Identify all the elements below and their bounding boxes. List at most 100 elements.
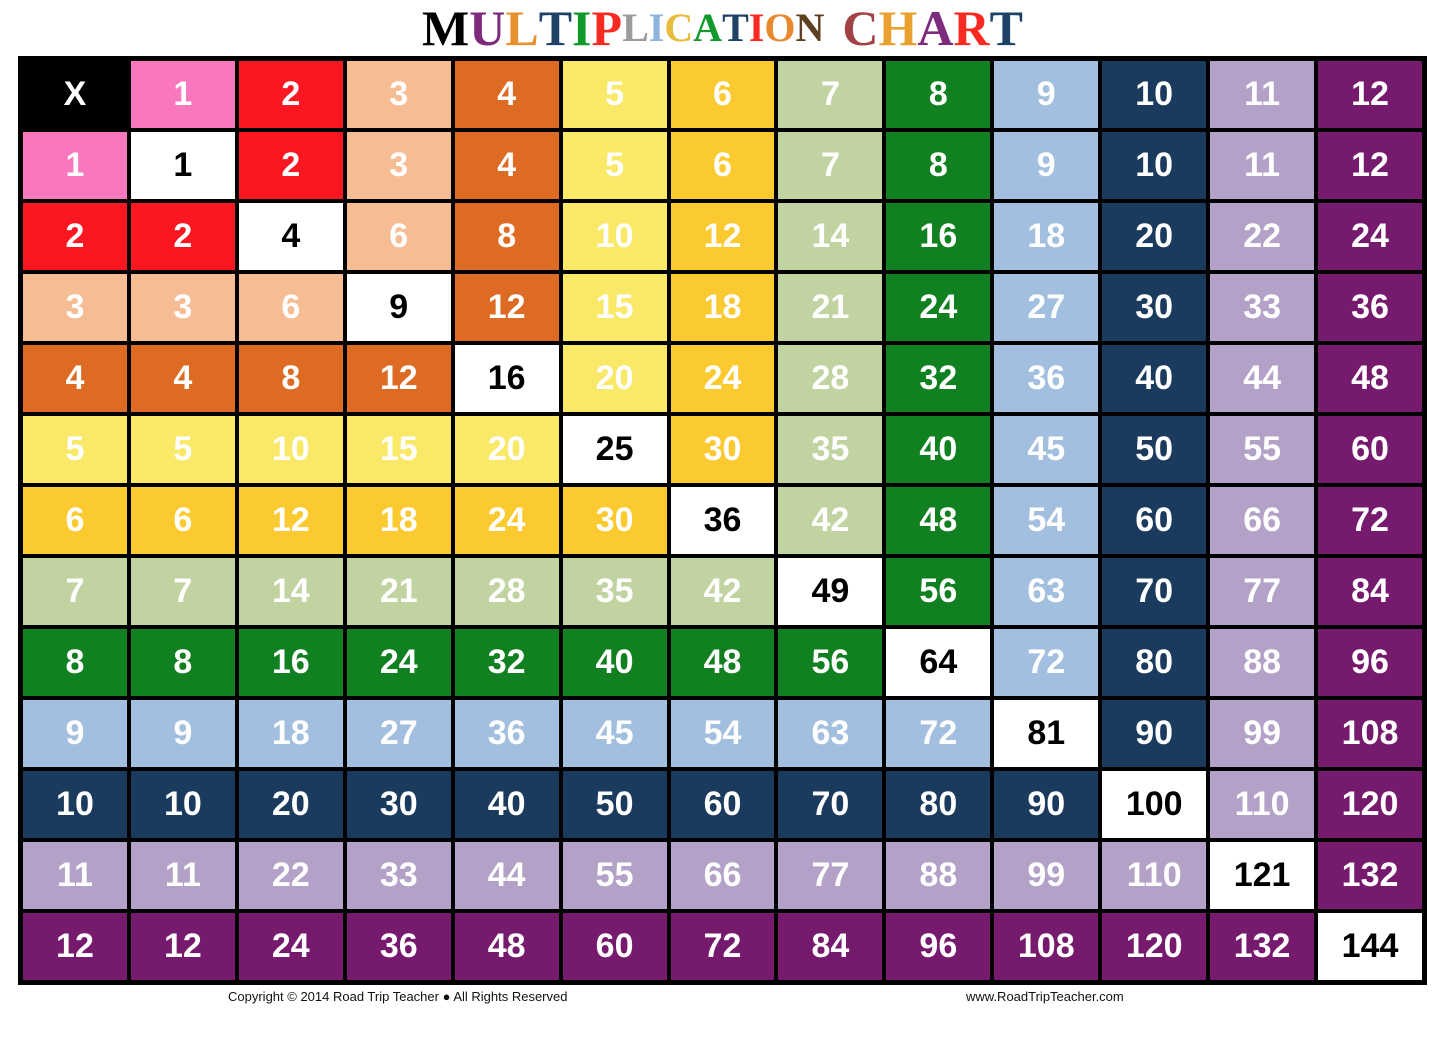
- product-cell[interactable]: 36: [992, 343, 1101, 414]
- product-cell[interactable]: 60: [1100, 485, 1209, 556]
- product-cell[interactable]: 60: [560, 911, 669, 982]
- product-cell[interactable]: 40: [560, 627, 669, 698]
- product-cell[interactable]: 15: [344, 414, 453, 485]
- product-cell[interactable]: 35: [560, 556, 669, 627]
- product-cell[interactable]: 64: [884, 627, 993, 698]
- product-cell[interactable]: 96: [1316, 627, 1424, 698]
- product-cell[interactable]: 110: [1208, 769, 1317, 840]
- product-cell[interactable]: 77: [776, 840, 885, 911]
- product-cell[interactable]: 55: [1208, 414, 1317, 485]
- product-cell[interactable]: 40: [1100, 343, 1209, 414]
- product-cell[interactable]: 8: [128, 627, 237, 698]
- product-cell[interactable]: 22: [236, 840, 345, 911]
- product-cell[interactable]: 48: [1316, 343, 1424, 414]
- product-cell[interactable]: 2: [236, 130, 345, 201]
- product-cell[interactable]: 1: [128, 130, 237, 201]
- product-cell[interactable]: 6: [344, 201, 453, 272]
- product-cell[interactable]: 55: [560, 840, 669, 911]
- product-cell[interactable]: 9: [344, 272, 453, 343]
- product-cell[interactable]: 11: [1208, 130, 1317, 201]
- product-cell[interactable]: 88: [884, 840, 993, 911]
- product-cell[interactable]: 33: [1208, 272, 1317, 343]
- product-cell[interactable]: 16: [236, 627, 345, 698]
- product-cell[interactable]: 120: [1100, 911, 1209, 982]
- product-cell[interactable]: 144: [1316, 911, 1424, 982]
- product-cell[interactable]: 36: [344, 911, 453, 982]
- product-cell[interactable]: 63: [992, 556, 1101, 627]
- product-cell[interactable]: 99: [1208, 698, 1317, 769]
- product-cell[interactable]: 7: [128, 556, 237, 627]
- product-cell[interactable]: 30: [668, 414, 777, 485]
- product-cell[interactable]: 36: [1316, 272, 1424, 343]
- product-cell[interactable]: 5: [560, 130, 669, 201]
- product-cell[interactable]: 33: [344, 840, 453, 911]
- product-cell[interactable]: 10: [1100, 130, 1209, 201]
- product-cell[interactable]: 11: [128, 840, 237, 911]
- product-cell[interactable]: 66: [668, 840, 777, 911]
- product-cell[interactable]: 99: [992, 840, 1101, 911]
- product-cell[interactable]: 72: [992, 627, 1101, 698]
- product-cell[interactable]: 60: [1316, 414, 1424, 485]
- product-cell[interactable]: 20: [452, 414, 561, 485]
- product-cell[interactable]: 7: [776, 130, 885, 201]
- product-cell[interactable]: 4: [236, 201, 345, 272]
- product-cell[interactable]: 77: [1208, 556, 1317, 627]
- product-cell[interactable]: 16: [884, 201, 993, 272]
- product-cell[interactable]: 50: [560, 769, 669, 840]
- product-cell[interactable]: 12: [344, 343, 453, 414]
- product-cell[interactable]: 9: [992, 130, 1101, 201]
- product-cell[interactable]: 18: [992, 201, 1101, 272]
- product-cell[interactable]: 12: [128, 911, 237, 982]
- product-cell[interactable]: 24: [1316, 201, 1424, 272]
- product-cell[interactable]: 63: [776, 698, 885, 769]
- product-cell[interactable]: 80: [884, 769, 993, 840]
- product-cell[interactable]: 44: [1208, 343, 1317, 414]
- product-cell[interactable]: 24: [452, 485, 561, 556]
- product-cell[interactable]: 96: [884, 911, 993, 982]
- product-cell[interactable]: 4: [452, 130, 561, 201]
- product-cell[interactable]: 56: [776, 627, 885, 698]
- product-cell[interactable]: 6: [668, 130, 777, 201]
- product-cell[interactable]: 70: [1100, 556, 1209, 627]
- product-cell[interactable]: 84: [1316, 556, 1424, 627]
- product-cell[interactable]: 44: [452, 840, 561, 911]
- product-cell[interactable]: 108: [992, 911, 1101, 982]
- product-cell[interactable]: 24: [344, 627, 453, 698]
- product-cell[interactable]: 56: [884, 556, 993, 627]
- product-cell[interactable]: 84: [776, 911, 885, 982]
- product-cell[interactable]: 132: [1208, 911, 1317, 982]
- product-cell[interactable]: 54: [992, 485, 1101, 556]
- product-cell[interactable]: 6: [236, 272, 345, 343]
- product-cell[interactable]: 30: [560, 485, 669, 556]
- product-cell[interactable]: 72: [884, 698, 993, 769]
- product-cell[interactable]: 120: [1316, 769, 1424, 840]
- product-cell[interactable]: 16: [452, 343, 561, 414]
- product-cell[interactable]: 27: [344, 698, 453, 769]
- product-cell[interactable]: 90: [1100, 698, 1209, 769]
- product-cell[interactable]: 28: [452, 556, 561, 627]
- product-cell[interactable]: 40: [452, 769, 561, 840]
- product-cell[interactable]: 20: [236, 769, 345, 840]
- product-cell[interactable]: 35: [776, 414, 885, 485]
- product-cell[interactable]: 45: [560, 698, 669, 769]
- product-cell[interactable]: 4: [128, 343, 237, 414]
- product-cell[interactable]: 36: [668, 485, 777, 556]
- product-cell[interactable]: 30: [1100, 272, 1209, 343]
- product-cell[interactable]: 40: [884, 414, 993, 485]
- product-cell[interactable]: 110: [1100, 840, 1209, 911]
- product-cell[interactable]: 12: [1316, 130, 1424, 201]
- product-cell[interactable]: 49: [776, 556, 885, 627]
- product-cell[interactable]: 2: [128, 201, 237, 272]
- product-cell[interactable]: 24: [668, 343, 777, 414]
- product-cell[interactable]: 12: [668, 201, 777, 272]
- product-cell[interactable]: 20: [1100, 201, 1209, 272]
- product-cell[interactable]: 50: [1100, 414, 1209, 485]
- product-cell[interactable]: 30: [344, 769, 453, 840]
- product-cell[interactable]: 42: [776, 485, 885, 556]
- product-cell[interactable]: 8: [884, 130, 993, 201]
- product-cell[interactable]: 18: [236, 698, 345, 769]
- product-cell[interactable]: 8: [452, 201, 561, 272]
- product-cell[interactable]: 10: [560, 201, 669, 272]
- product-cell[interactable]: 8: [236, 343, 345, 414]
- product-cell[interactable]: 72: [1316, 485, 1424, 556]
